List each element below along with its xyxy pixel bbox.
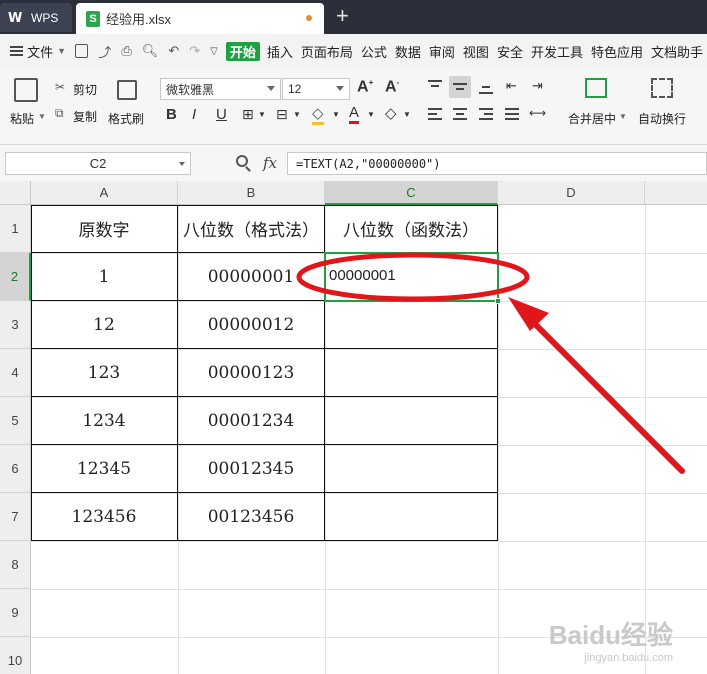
wrap-text-icon[interactable] — [651, 78, 673, 98]
chevron-down-icon — [267, 86, 275, 91]
formula-value: =TEXT(A2,"00000000") — [296, 156, 441, 171]
merge-center-button[interactable]: 合并居中 — [568, 110, 616, 127]
format-painter-button[interactable]: 格式刷 — [108, 110, 144, 127]
format-painter-icon[interactable] — [117, 80, 137, 100]
wps-home-tab[interactable]: W WPS — [0, 3, 72, 32]
chevron-down-icon[interactable]: ▼ — [293, 110, 301, 119]
distributed-align-icon[interactable]: ⟷ — [529, 106, 546, 120]
name-box[interactable]: C2 — [5, 152, 191, 175]
chevron-down-icon[interactable]: ▼ — [403, 110, 411, 119]
tab-data[interactable]: 数据 — [391, 42, 425, 61]
print-preview-icon[interactable]: 🔍︎ — [142, 43, 159, 59]
merge-center-icon[interactable] — [585, 78, 607, 98]
fx-icon[interactable]: fx — [263, 154, 277, 172]
zoom-icon[interactable] — [236, 155, 248, 167]
paste-button[interactable]: 粘贴 — [10, 110, 34, 127]
decrease-font-icon[interactable]: A- — [385, 78, 399, 96]
align-middle-icon[interactable] — [453, 80, 467, 94]
tab-doc-assistant[interactable]: 文档助手 — [647, 42, 707, 61]
ribbon-toolbar: 粘贴 ▼ ✂ 剪切 ⧉ 复制 格式刷 微软雅黑 12 A+ A- B I U ⊞… — [0, 68, 707, 145]
copy-icon: ⧉ — [55, 106, 64, 120]
highlight-circle — [296, 252, 530, 302]
save-icon[interactable] — [75, 44, 89, 58]
paste-icon[interactable] — [14, 78, 38, 102]
tab-review[interactable]: 审阅 — [425, 42, 459, 61]
new-tab-button[interactable]: + — [336, 5, 349, 27]
tab-start[interactable]: 开始 — [225, 41, 260, 61]
quick-access-dropdown-icon[interactable]: ▽ — [210, 46, 218, 57]
file-tab-label: 经验用.xlsx — [106, 12, 172, 27]
pointer-arrowhead — [508, 297, 549, 331]
tab-special[interactable]: 特色应用 — [587, 42, 647, 61]
decrease-indent-icon[interactable]: ⇤ — [506, 78, 517, 94]
font-color-icon[interactable]: A — [349, 104, 360, 124]
cell-style-icon[interactable]: ⊟ — [276, 106, 288, 123]
align-center-icon[interactable] — [453, 108, 467, 122]
clear-format-icon[interactable]: ◇ — [385, 104, 397, 122]
tab-developer[interactable]: 开发工具 — [527, 42, 587, 61]
unsaved-dot-icon — [306, 15, 312, 21]
print-icon[interactable]: ⎙ — [121, 43, 131, 59]
scissors-icon: ✂ — [55, 80, 66, 94]
increase-font-icon[interactable]: A+ — [357, 78, 373, 96]
align-top-icon[interactable] — [428, 80, 442, 94]
font-name-value: 微软雅黑 — [166, 82, 215, 97]
file-tab[interactable]: S 经验用.xlsx — [76, 3, 324, 34]
font-name-select[interactable]: 微软雅黑 — [160, 78, 281, 100]
annotation-overlay — [296, 252, 685, 474]
border-icon[interactable]: ⊞ — [242, 106, 254, 123]
undo-icon[interactable]: ↶ — [168, 43, 179, 59]
wps-tab-label: WPS — [31, 10, 59, 25]
copy-button[interactable]: 复制 — [73, 108, 97, 125]
file-menu[interactable]: 文件 — [23, 42, 57, 61]
merge-dropdown-icon[interactable]: ▼ — [619, 112, 627, 121]
bold-icon[interactable]: B — [166, 106, 177, 123]
tab-view[interactable]: 视图 — [459, 42, 493, 61]
underline-icon[interactable]: U — [216, 106, 227, 123]
wrap-text-button[interactable]: 自动换行 — [638, 110, 686, 127]
spreadsheet-icon: S — [86, 10, 100, 27]
tab-insert[interactable]: 插入 — [263, 42, 297, 61]
font-size-value: 12 — [288, 82, 302, 96]
align-left-icon[interactable] — [428, 108, 442, 122]
align-bottom-icon[interactable] — [479, 80, 493, 94]
baidu-watermark: Baidu经验 jingyan.baidu.com — [549, 615, 673, 664]
redo-icon[interactable]: ↷ — [189, 43, 200, 59]
title-bar: W WPS S 经验用.xlsx + — [0, 0, 707, 34]
spreadsheet-grid[interactable]: A B C D 1 2 3 4 5 6 7 8 9 10 原数字 八位数（格式法… — [0, 181, 707, 674]
wps-logo-icon: W — [8, 10, 23, 26]
chevron-down-icon — [179, 162, 185, 166]
justify-icon[interactable] — [505, 108, 519, 122]
watermark-url: jingyan.baidu.com — [584, 652, 673, 664]
export-icon[interactable]: ⤴ — [98, 42, 111, 61]
tab-formulas[interactable]: 公式 — [357, 42, 391, 61]
watermark-brand: Baidu经验 — [548, 620, 673, 650]
font-size-select[interactable]: 12 — [282, 78, 350, 100]
tab-page-layout[interactable]: 页面布局 — [297, 42, 357, 61]
chevron-down-icon: ▼ — [57, 46, 67, 56]
fill-color-icon[interactable]: ◇ — [312, 104, 324, 125]
paste-dropdown-icon[interactable]: ▼ — [38, 112, 46, 121]
chevron-down-icon[interactable]: ▼ — [258, 110, 266, 119]
italic-icon[interactable]: I — [192, 106, 196, 123]
chevron-down-icon[interactable]: ▼ — [332, 110, 340, 119]
align-right-icon[interactable] — [479, 108, 493, 122]
formula-input[interactable]: =TEXT(A2,"00000000") — [287, 152, 707, 175]
pointer-arrow-shaft — [525, 314, 685, 474]
increase-indent-icon[interactable]: ⇥ — [532, 78, 543, 94]
hamburger-icon[interactable] — [10, 44, 24, 58]
name-box-value: C2 — [89, 156, 107, 171]
tab-security[interactable]: 安全 — [493, 42, 527, 61]
formula-bar: C2 fx =TEXT(A2,"00000000") — [0, 145, 707, 181]
chevron-down-icon — [336, 86, 344, 91]
chevron-down-icon[interactable]: ▼ — [367, 110, 375, 119]
menu-bar: 文件 ▼ ⤴ ⎙ 🔍︎ ↶ ↷ ▽ 开始 插入 页面布局 公式 数据 审阅 视图… — [0, 34, 707, 68]
cut-button[interactable]: 剪切 — [73, 81, 97, 98]
